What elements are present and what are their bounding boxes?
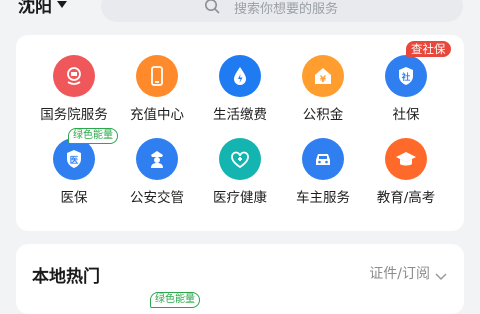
svg-text:社: 社 [401,72,411,83]
police-icon [136,138,178,180]
green-energy-badge: 绿色能量 [68,128,118,144]
phone-icon [136,55,178,97]
filter-dropdown[interactable]: 证件/订阅 [369,263,430,283]
svg-text:医: 医 [70,156,79,166]
medical-kit-icon [219,138,261,180]
search-placeholder: 搜索你想要的服务 [234,2,339,17]
green-energy-badge: 绿色能量 [150,292,200,308]
service-label: 国务院服务 [40,107,108,123]
shield-she-icon: 社 [385,55,427,97]
search-icon [204,0,220,18]
service-car-owner[interactable]: 车主服务 [281,138,365,208]
service-label: 充值中心 [130,107,184,123]
check-social-security-badge[interactable]: 查社保 [406,41,451,57]
graduation-cap-icon [385,138,427,180]
service-recharge[interactable]: 充值中心 [115,55,199,125]
svg-text:¥: ¥ [320,75,327,85]
service-label: 教育/高考 [376,190,436,206]
shield-yi-icon: 医 [53,138,95,180]
search-input[interactable]: 搜索你想要的服务 [101,0,463,22]
service-label: 医疗健康 [213,190,267,206]
service-medical-insurance[interactable]: 医 医保 [32,138,116,208]
service-label: 社保 [392,107,420,123]
local-hot-card: 本地热门 证件/订阅 绿色能量 [16,244,464,314]
service-label: 生活缴费 [213,107,267,123]
service-housing-fund[interactable]: ¥ 公积金 [281,55,365,125]
caret-down-icon [57,1,67,8]
service-state-council[interactable]: 国务院服务 [32,55,116,125]
city-label: 沈阳 [18,0,52,17]
local-hot-title: 本地热门 [32,267,100,287]
chevron-down-icon[interactable] [435,266,447,285]
top-bar: 沈阳 搜索你想要的服务 [0,0,480,28]
service-utilities[interactable]: 生活缴费 [198,55,282,125]
state-council-emblem-icon [53,55,95,97]
water-drop-bolt-icon [219,55,261,97]
service-education[interactable]: 教育/高考 [364,138,448,208]
car-icon [302,138,344,180]
service-social-security[interactable]: 社 社保 [364,55,448,125]
services-card: 国务院服务 充值中心 生活缴费 ¥ 公积金 社 社保 查社保 医 医保 绿色能量 [16,35,464,254]
city-selector[interactable]: 沈阳 [18,0,67,17]
service-police-traffic[interactable]: 公安交管 [115,138,199,208]
service-label: 医保 [60,190,88,206]
house-yuan-icon: ¥ [302,55,344,97]
service-label: 公积金 [302,107,344,123]
service-label: 车主服务 [296,190,350,206]
service-healthcare[interactable]: 医疗健康 [198,138,282,208]
service-label: 公安交管 [130,190,184,206]
